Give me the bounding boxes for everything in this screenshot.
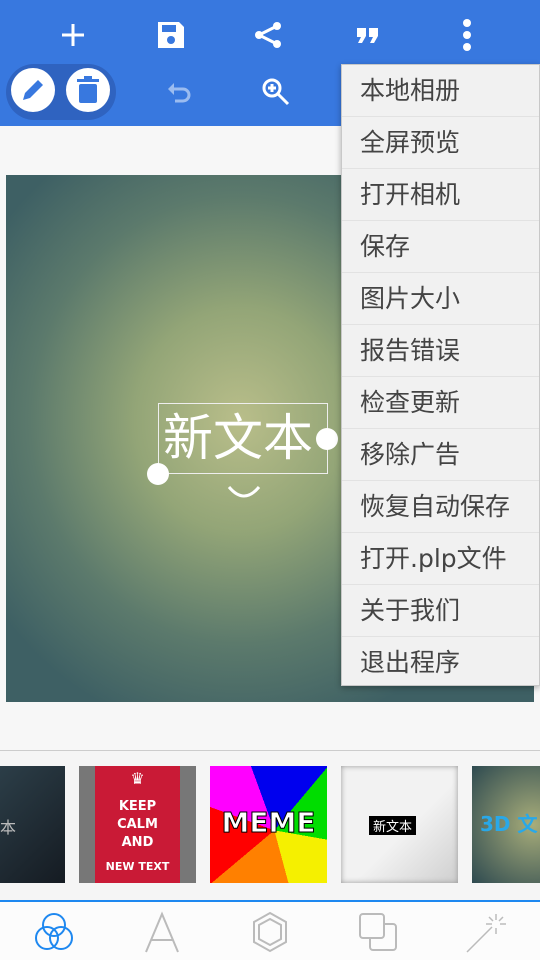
menu-item-remove-ads[interactable]: 移除广告: [342, 429, 539, 481]
text-icon[interactable]: [140, 910, 184, 954]
menu-item-exit[interactable]: 退出程序: [342, 637, 539, 689]
menu-item-fullscreen-preview[interactable]: 全屏预览: [342, 117, 539, 169]
resize-handle[interactable]: [147, 463, 169, 485]
layers-icon[interactable]: [356, 910, 400, 954]
menu-item-restore-autosave[interactable]: 恢复自动保存: [342, 481, 539, 533]
template-shadow-text[interactable]: 新文本: [341, 766, 458, 883]
menu-item-open-plp[interactable]: 打开.plp文件: [342, 533, 539, 585]
plus-icon[interactable]: [53, 15, 93, 55]
trash-icon: [77, 76, 99, 103]
template-3d[interactable]: 3D 文: [472, 766, 540, 883]
curve-handle-icon[interactable]: [226, 484, 262, 500]
crown-icon: ♛: [130, 769, 145, 788]
template-keep-calm[interactable]: ♛ KEEP CALM AND NEW TEXT: [79, 766, 196, 883]
menu-item-save[interactable]: 保存: [342, 221, 539, 273]
filters-icon[interactable]: [32, 910, 76, 954]
undo-icon[interactable]: [160, 73, 200, 113]
rotate-handle[interactable]: [316, 428, 338, 450]
more-vert-icon[interactable]: [447, 15, 487, 55]
menu-item-report-bug[interactable]: 报告错误: [342, 325, 539, 377]
menu-item-about[interactable]: 关于我们: [342, 585, 539, 637]
quote-icon[interactable]: [348, 15, 388, 55]
pencil-button[interactable]: [11, 68, 55, 112]
template-dark[interactable]: 本: [0, 766, 65, 883]
pencil-icon: [23, 80, 43, 100]
zoom-in-icon[interactable]: [256, 72, 296, 112]
share-icon[interactable]: [248, 15, 288, 55]
trash-button[interactable]: [66, 68, 110, 112]
shape-icon[interactable]: [248, 910, 292, 954]
bottom-nav: [0, 900, 540, 960]
magic-wand-icon[interactable]: [464, 910, 508, 954]
canvas-text[interactable]: 新文本: [163, 405, 313, 471]
menu-item-open-camera[interactable]: 打开相机: [342, 169, 539, 221]
menu-item-image-size[interactable]: 图片大小: [342, 273, 539, 325]
menu-item-check-update[interactable]: 检查更新: [342, 377, 539, 429]
template-meme[interactable]: MEME: [210, 766, 327, 883]
overflow-menu: 本地相册 全屏预览 打开相机 保存 图片大小 报告错误 检查更新 移除广告 恢复…: [341, 64, 540, 686]
menu-item-album[interactable]: 本地相册: [342, 65, 539, 117]
save-icon[interactable]: [151, 15, 191, 55]
